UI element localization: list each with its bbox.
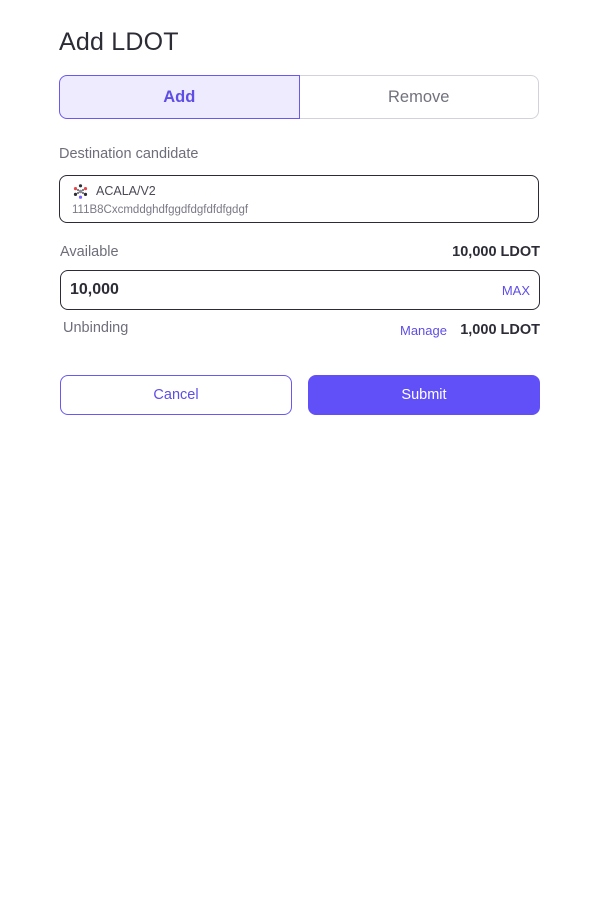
unbinding-value: 1,000 LDOT xyxy=(460,322,540,338)
add-remove-tabs: Add Remove xyxy=(59,75,539,119)
available-value: 10,000 LDOT xyxy=(452,244,540,260)
submit-button[interactable]: Submit xyxy=(308,375,540,415)
tab-add[interactable]: Add xyxy=(59,75,300,119)
destination-name: ACALA/V2 xyxy=(96,184,156,198)
page-title: Add LDOT xyxy=(59,28,179,56)
amount-field: MAX xyxy=(60,270,540,310)
amount-input[interactable] xyxy=(70,271,470,309)
max-button[interactable]: MAX xyxy=(502,283,530,298)
available-label: Available xyxy=(60,244,119,260)
destination-label: Destination candidate xyxy=(59,146,199,162)
destination-address: 111B8Cxcmddghdfggdfdgfdfdfgdgf xyxy=(72,204,249,216)
acala-logo-icon xyxy=(73,184,88,199)
unbinding-label: Unbinding xyxy=(63,320,129,336)
destination-candidate-select[interactable]: ACALA/V2 111B8Cxcmddghdfggdfdgfdfdfgdgf xyxy=(59,175,539,223)
cancel-button[interactable]: Cancel xyxy=(60,375,292,415)
manage-link[interactable]: Manage xyxy=(400,323,447,338)
tab-remove[interactable]: Remove xyxy=(299,75,539,119)
